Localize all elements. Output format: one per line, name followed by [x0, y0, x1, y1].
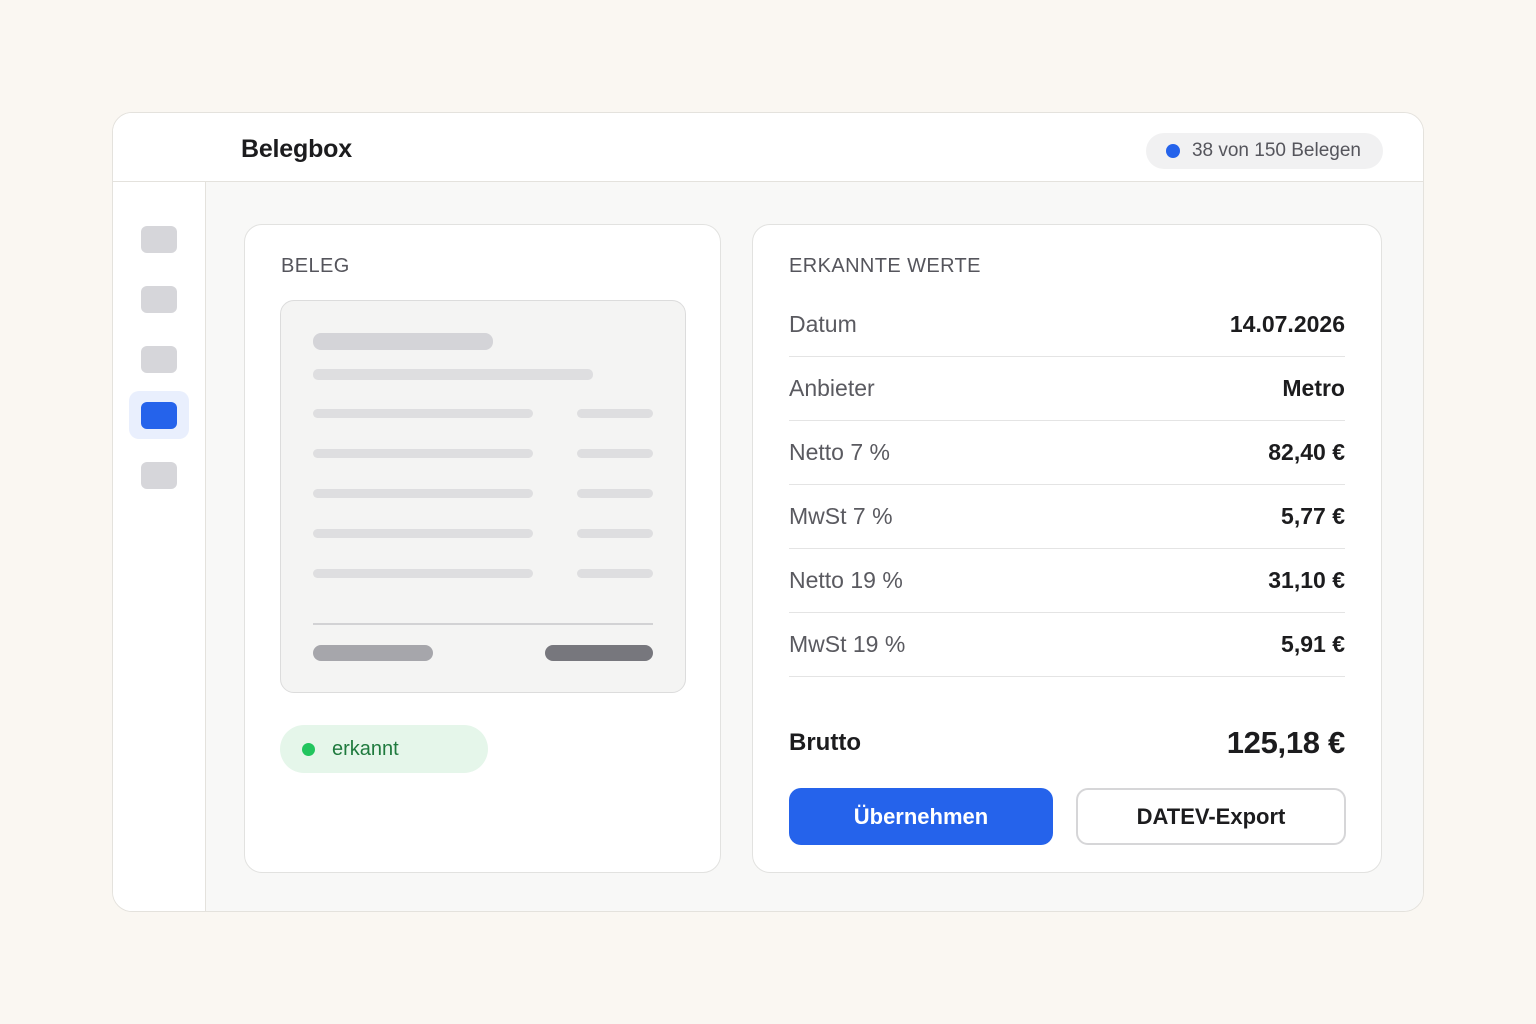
value-row-mwst-7: MwSt 7 % 5,77 €: [789, 485, 1345, 549]
receipt-counter-badge: 38 von 150 Belegen: [1145, 133, 1383, 169]
receipt-total-skeleton: [545, 645, 653, 661]
row-label: MwSt 7 %: [789, 503, 893, 529]
nav-placeholder-icon: [141, 345, 177, 373]
sidebar-item-5[interactable]: [129, 451, 189, 499]
row-label: Anbieter: [789, 375, 875, 401]
total-value: 125,18 €: [1226, 725, 1346, 760]
row-value: 5,77 €: [1281, 503, 1345, 529]
nav-placeholder-icon: [141, 401, 177, 429]
app-title: Belegbox: [241, 135, 352, 163]
receipt-preview[interactable]: [280, 300, 686, 693]
status-label: erkannt: [332, 737, 399, 760]
receipt-divider: [313, 623, 653, 625]
value-row-mwst-19: MwSt 19 % 5,91 €: [789, 613, 1345, 677]
receipt-skeleton-line: [313, 333, 493, 350]
receipt-card: BELEG erkannt: [244, 224, 721, 873]
row-label: MwSt 19 %: [789, 631, 906, 657]
total-row: Brutto 125,18 €: [789, 725, 1345, 761]
receipt-skeleton-line: [577, 529, 653, 538]
sidebar-item-2[interactable]: [129, 275, 189, 323]
nav-placeholder-icon: [141, 461, 177, 489]
sidebar-item-3[interactable]: [129, 335, 189, 383]
status-badge: erkannt: [280, 725, 488, 773]
status-dot-icon: [302, 743, 315, 756]
sidebar: [113, 182, 206, 911]
receipt-skeleton-line: [577, 449, 653, 458]
receipt-skeleton-line: [313, 369, 593, 380]
value-row-datum: Datum 14.07.2026: [789, 293, 1345, 357]
receipt-skeleton-line: [313, 409, 533, 418]
nav-placeholder-icon: [141, 225, 177, 253]
receipt-skeleton-line: [313, 529, 533, 538]
nav-placeholder-icon: [141, 285, 177, 313]
values-list: Datum 14.07.2026 Anbieter Metro Netto 7 …: [789, 293, 1345, 677]
value-row-anbieter: Anbieter Metro: [789, 357, 1345, 421]
recognized-values-card: ERKANNTE WERTE Datum 14.07.2026 Anbieter…: [752, 224, 1382, 873]
value-row-netto-7: Netto 7 % 82,40 €: [789, 421, 1345, 485]
row-label: Netto 7 %: [789, 439, 890, 465]
app-window: Belegbox 38 von 150 Belegen BELEG erkann…: [112, 112, 1424, 912]
row-value: 14.07.2026: [1229, 311, 1345, 337]
values-section-label: ERKANNTE WERTE: [789, 255, 981, 277]
header-bar: Belegbox 38 von 150 Belegen: [113, 113, 1423, 182]
receipt-skeleton-line: [577, 569, 653, 578]
receipt-skeleton-line: [313, 569, 533, 578]
main-content: BELEG erkannt ERKANNTE WERTE Datum 14.07…: [206, 182, 1423, 911]
receipt-skeleton-line: [313, 489, 533, 498]
value-row-netto-19: Netto 19 % 31,10 €: [789, 549, 1345, 613]
receipt-section-label: BELEG: [281, 255, 350, 277]
apply-button[interactable]: Übernehmen: [789, 788, 1053, 845]
row-label: Datum: [789, 311, 857, 337]
receipt-skeleton-line: [577, 489, 653, 498]
counter-text: 38 von 150 Belegen: [1191, 140, 1361, 161]
row-value: Metro: [1282, 375, 1345, 401]
sidebar-item-1[interactable]: [129, 215, 189, 263]
receipt-skeleton-line: [577, 409, 653, 418]
counter-dot-icon: [1165, 144, 1180, 158]
row-value: 82,40 €: [1268, 439, 1345, 465]
total-label: Brutto: [789, 729, 861, 756]
receipt-skeleton-line: [313, 449, 533, 458]
row-label: Netto 19 %: [789, 567, 903, 593]
sidebar-item-4-active[interactable]: [129, 391, 189, 439]
row-value: 5,91 €: [1281, 631, 1345, 657]
datev-export-button[interactable]: DATEV-Export: [1076, 788, 1346, 845]
receipt-total-skeleton: [313, 645, 433, 661]
row-value: 31,10 €: [1268, 567, 1345, 593]
